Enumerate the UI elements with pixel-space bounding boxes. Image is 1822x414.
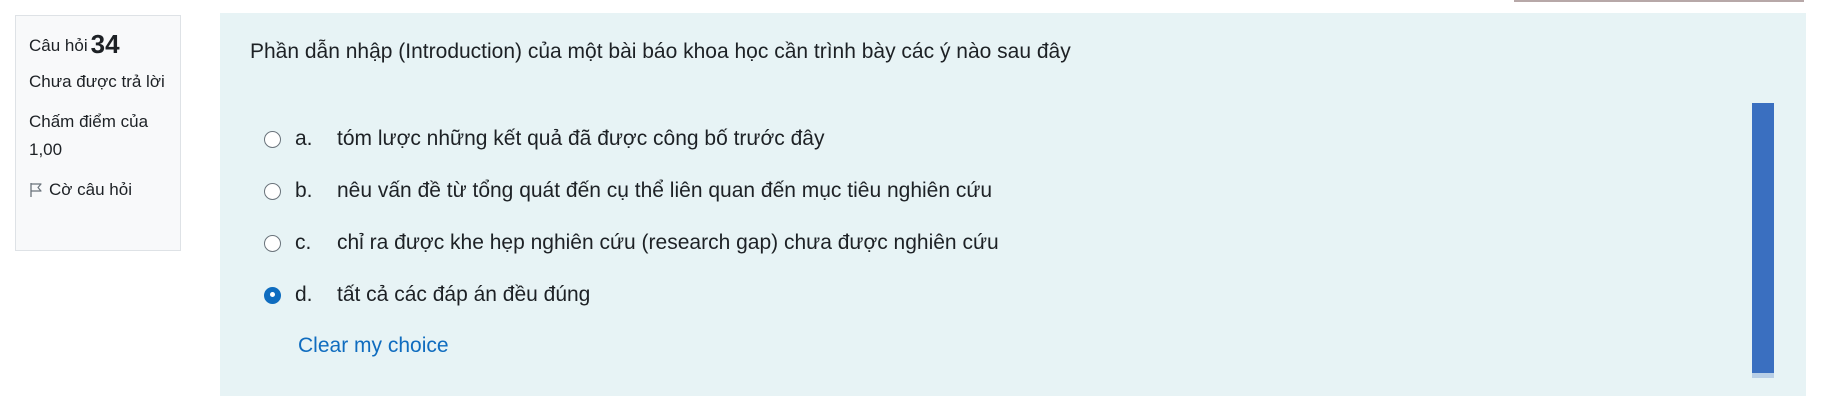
flag-question-label: Cờ câu hỏi	[49, 180, 132, 199]
option-text: tất cả các đáp án đều đúng	[337, 283, 591, 306]
question-info-panel: Câu hỏi 34 Chưa được trả lời Chấm điểm củ…	[15, 15, 181, 251]
answer-options: a. tóm lược những kết quả đã được công b…	[264, 113, 999, 321]
scrollbar-thumb[interactable]	[1752, 103, 1774, 378]
option-letter: d.	[295, 283, 313, 306]
flag-icon	[30, 183, 42, 197]
question-text: Phần dẫn nhập (Introduction) của một bài…	[250, 40, 1071, 63]
top-accent-line	[1514, 0, 1804, 2]
radio-button-d[interactable]	[264, 286, 281, 304]
answer-option-c[interactable]: c. chỉ ra được khe hẹp nghiên cứu (resea…	[264, 217, 999, 269]
question-number-value: 34	[90, 29, 120, 59]
radio-button-a[interactable]	[264, 130, 281, 148]
question-state: Chưa được trả lời	[29, 72, 165, 91]
answer-option-a[interactable]: a. tóm lược những kết quả đã được công b…	[264, 113, 999, 165]
option-letter: a.	[295, 127, 313, 150]
option-letter: c.	[295, 231, 312, 254]
option-letter: b.	[295, 179, 313, 202]
radio-button-b[interactable]	[264, 182, 281, 200]
question-content: Phần dẫn nhập (Introduction) của một bài…	[220, 13, 1806, 396]
option-text: chỉ ra được khe hẹp nghiên cứu (research…	[337, 231, 999, 254]
answer-option-d[interactable]: d. tất cả các đáp án đều đúng	[264, 269, 999, 321]
option-text: nêu vấn đề từ tổng quát đến cụ thể liên …	[337, 179, 993, 202]
question-label: Câu hỏi	[29, 36, 88, 55]
answer-option-b[interactable]: b. nêu vấn đề từ tổng quát đến cụ thể li…	[264, 165, 999, 217]
question-grade: Chấm điểm của 1,00	[29, 112, 149, 159]
option-text: tóm lược những kết quả đã được công bố t…	[337, 127, 825, 150]
flag-question-link[interactable]: Cờ câu hỏi	[29, 176, 167, 204]
question-number: Câu hỏi 34	[29, 28, 167, 62]
radio-button-c[interactable]	[264, 234, 281, 252]
clear-choice-link[interactable]: Clear my choice	[298, 331, 449, 361]
